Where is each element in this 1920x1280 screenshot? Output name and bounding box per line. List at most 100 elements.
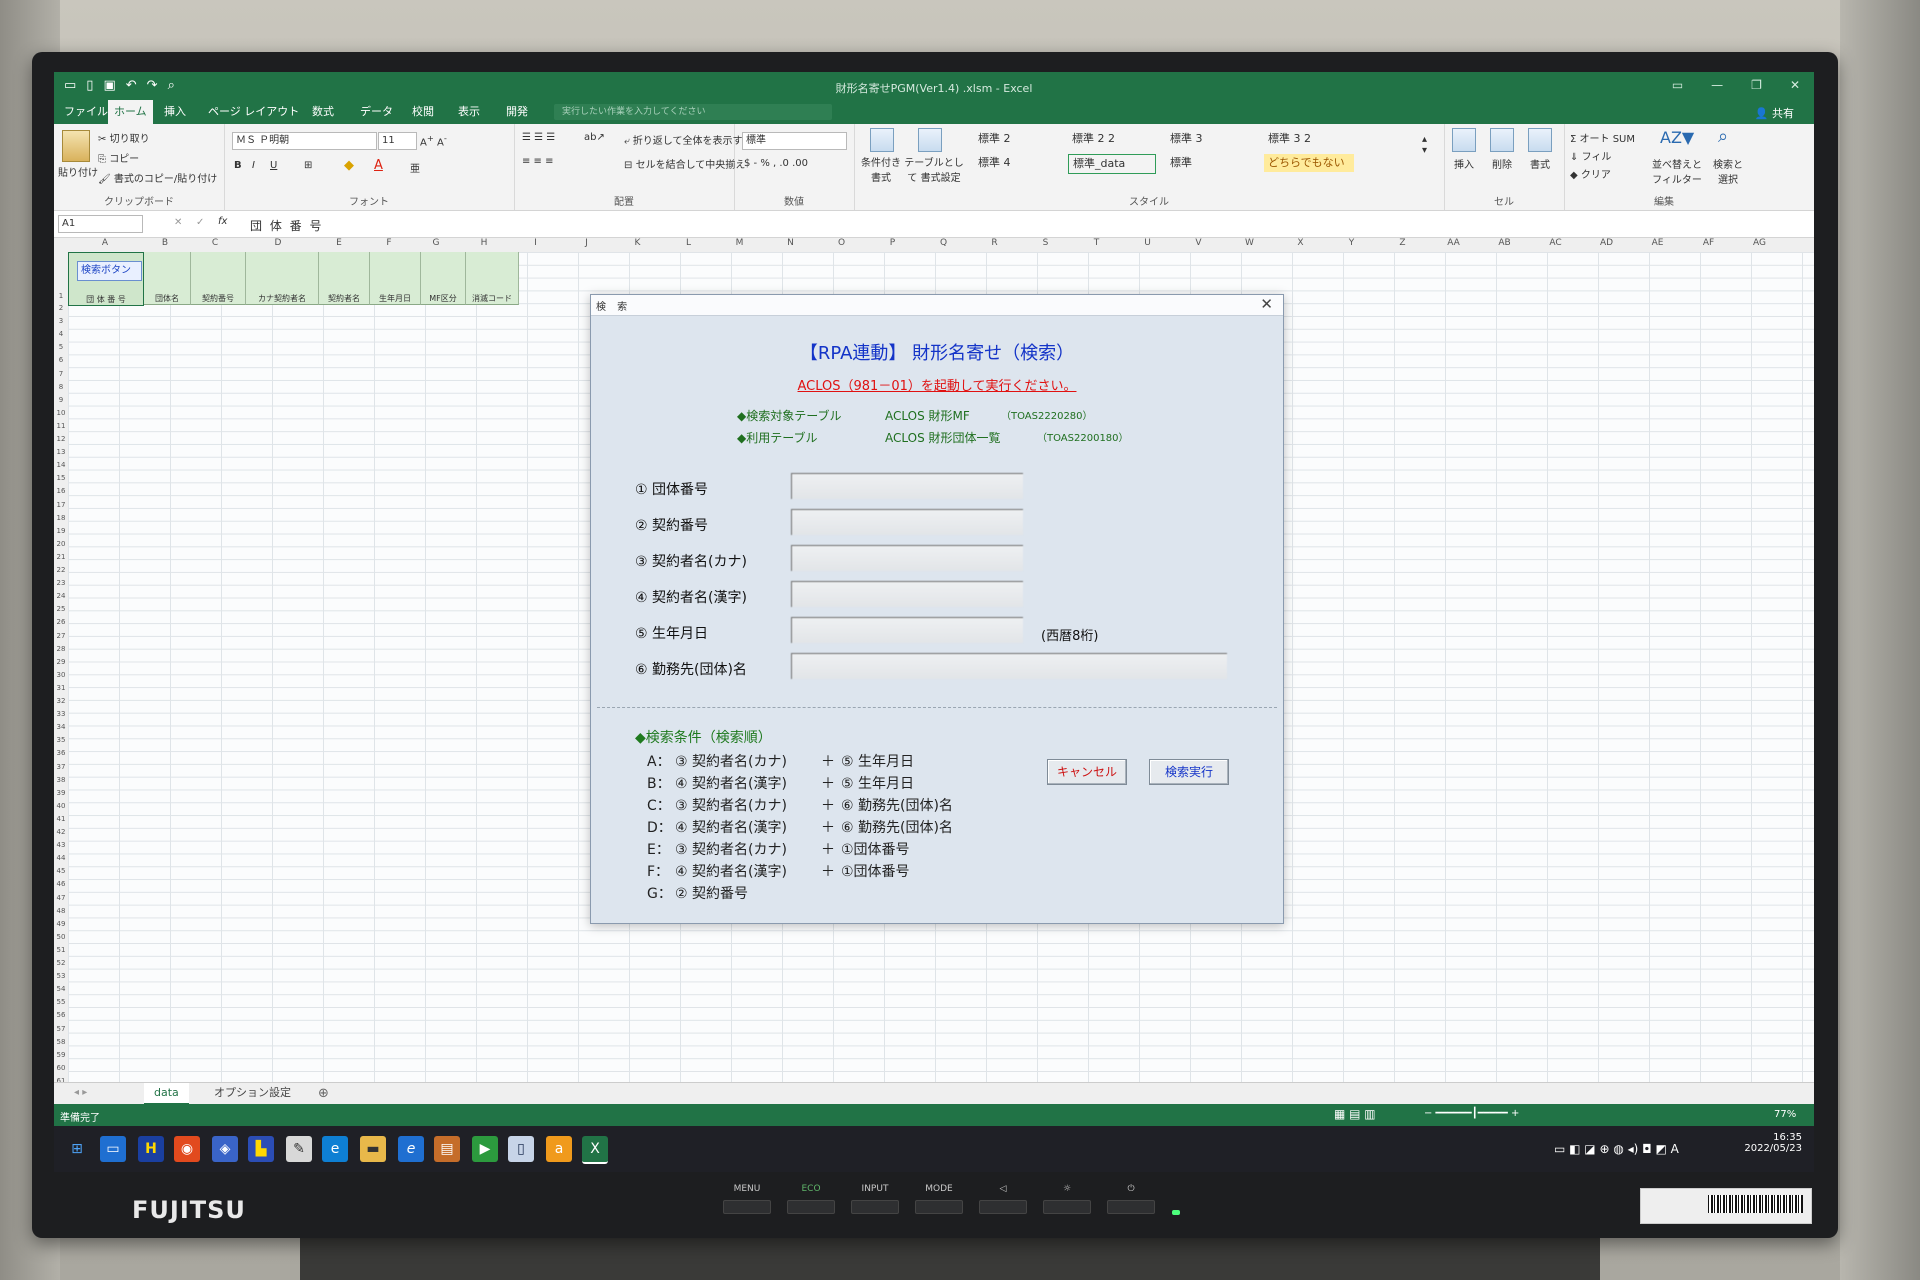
header-cell-f1[interactable]: 生年月日 (370, 252, 421, 305)
autosum-button[interactable]: Σ オート SUM (1570, 130, 1635, 145)
sheet-tab-data[interactable]: data (144, 1083, 189, 1105)
row-header[interactable]: 24 (54, 592, 68, 600)
phonetic-icon[interactable]: 亜 (410, 160, 420, 175)
column-header[interactable]: AG (1734, 238, 1785, 248)
column-header[interactable]: Q (918, 238, 969, 248)
row-header[interactable]: 32 (54, 697, 68, 705)
font-color-icon[interactable]: A (374, 158, 383, 173)
format-cells-icon[interactable] (1528, 128, 1552, 152)
monitor-brightness-button[interactable]: ☼ (1042, 1182, 1092, 1214)
function-icon[interactable]: fx (218, 216, 227, 227)
delete-cells-label[interactable]: 削除 (1492, 156, 1512, 171)
fill-color-icon[interactable]: ◆ (344, 158, 354, 173)
add-sheet-icon[interactable]: ⊕ (318, 1086, 329, 1101)
find-icon[interactable]: ⌕ (1718, 126, 1728, 147)
row-header[interactable]: 14 (54, 461, 68, 469)
column-header[interactable]: R (969, 238, 1020, 248)
bold-button[interactable]: B (234, 160, 242, 171)
row-header[interactable]: 30 (54, 671, 68, 679)
style-cell-3[interactable]: 標準 3 (1166, 130, 1256, 148)
monitor-power-button[interactable]: ⏻ (1106, 1182, 1156, 1214)
row-header[interactable]: 48 (54, 907, 68, 915)
row-header[interactable]: 11 (54, 422, 68, 430)
tab-view[interactable]: 表示 (452, 100, 486, 124)
tab-formulas[interactable]: 数式 (306, 100, 340, 124)
font-size-select[interactable]: 11 (378, 132, 417, 150)
font-name-select[interactable]: ＭＳ Ｐ明朝 (232, 132, 377, 150)
row-header[interactable]: 55 (54, 998, 68, 1006)
tell-me-box[interactable]: 実行したい作業を入力してください (554, 104, 832, 120)
style-cell-7[interactable]: 標準 (1166, 154, 1256, 172)
currency-icon[interactable]: $ ‐ % , .0 .00 (744, 158, 808, 169)
row-header[interactable]: 23 (54, 579, 68, 587)
tab-developer[interactable]: 開発 (500, 100, 534, 124)
column-header[interactable]: AF (1683, 238, 1734, 248)
row-header[interactable]: 10 (54, 409, 68, 417)
row-header[interactable]: 18 (54, 514, 68, 522)
column-header[interactable]: AA (1428, 238, 1479, 248)
row-header[interactable]: 15 (54, 474, 68, 482)
share-button[interactable]: 👤 共有 (1755, 105, 1794, 121)
format-as-table-label[interactable]: テーブルとして 書式設定 (904, 154, 964, 184)
row-header[interactable]: 21 (54, 553, 68, 561)
row-header[interactable]: 60 (54, 1064, 68, 1072)
insert-cells-icon[interactable] (1452, 128, 1476, 152)
row-header[interactable]: 22 (54, 566, 68, 574)
row-header[interactable]: 25 (54, 605, 68, 613)
minimize-icon[interactable]: — (1711, 78, 1723, 92)
copy-button[interactable]: ⎘ コピー (98, 150, 139, 165)
column-header[interactable]: N (765, 238, 816, 248)
column-header[interactable]: B (142, 238, 188, 248)
group-number-input[interactable] (791, 473, 1023, 499)
column-header[interactable]: Y (1326, 238, 1377, 248)
cancel-formula-icon[interactable]: ✕ (174, 217, 182, 228)
tab-file[interactable]: ファイル (58, 100, 114, 124)
row-header[interactable]: 28 (54, 645, 68, 653)
column-header[interactable]: X (1275, 238, 1326, 248)
row-header[interactable]: 3 (54, 317, 68, 325)
row-header[interactable]: 56 (54, 1011, 68, 1019)
conditional-format-icon[interactable] (870, 128, 894, 152)
column-header[interactable]: I (510, 238, 561, 248)
monitor-input-button[interactable]: INPUT (850, 1182, 900, 1214)
column-header[interactable]: AE (1632, 238, 1683, 248)
close-window-icon[interactable]: ✕ (1790, 78, 1800, 92)
search-sheet-button[interactable]: 検索ボタン (77, 261, 142, 281)
zoom-slider[interactable]: − ━━━━━━┃━━━━━ + (1424, 1108, 1519, 1119)
enter-formula-icon[interactable]: ✓ (196, 217, 204, 228)
name-box[interactable]: A1 (58, 215, 143, 233)
row-header[interactable]: 53 (54, 972, 68, 980)
zoom-level[interactable]: 77% (1774, 1109, 1796, 1120)
row-header[interactable]: 52 (54, 959, 68, 967)
column-header[interactable]: T (1071, 238, 1122, 248)
cancel-button[interactable]: キャンセル (1047, 759, 1127, 785)
view-normal-icon[interactable]: ▦ ▤ ▥ (1334, 1107, 1376, 1121)
column-header[interactable]: C (188, 238, 242, 248)
row-header[interactable]: 51 (54, 946, 68, 954)
row-header[interactable]: 39 (54, 789, 68, 797)
tab-page-layout[interactable]: ページ レイアウト (202, 100, 305, 124)
system-tray-icons[interactable]: ▭ ◧ ◪ ⊕ ◍ ◂) ◘ ◩ A (1554, 1142, 1679, 1156)
column-header[interactable]: W (1224, 238, 1275, 248)
column-header[interactable]: D (242, 238, 314, 248)
column-header[interactable]: M (714, 238, 765, 248)
column-header[interactable]: AC (1530, 238, 1581, 248)
header-cell-g1[interactable]: MF区分 (421, 252, 466, 305)
row-header[interactable]: 17 (54, 501, 68, 509)
ribbon-display-icon[interactable]: ▭ (1672, 78, 1683, 92)
style-cell-4[interactable]: 標準 3 2 (1264, 130, 1354, 148)
column-header[interactable]: K (612, 238, 663, 248)
row-header[interactable]: 26 (54, 618, 68, 626)
column-header[interactable]: G (414, 238, 458, 248)
row-header[interactable]: 2 (54, 304, 68, 312)
app-power-icon[interactable]: ◉ (174, 1136, 200, 1162)
dialog-close-icon[interactable]: ✕ (1260, 295, 1273, 313)
fill-button[interactable]: ⇓ フィル (1570, 148, 1611, 163)
clear-button[interactable]: ◆ クリア (1570, 166, 1611, 181)
format-cells-label[interactable]: 書式 (1530, 156, 1550, 171)
column-header[interactable]: L (663, 238, 714, 248)
monitor-volume-button[interactable]: ◁ (978, 1182, 1028, 1214)
column-header[interactable]: U (1122, 238, 1173, 248)
align-left-icon[interactable]: ≡ ≡ ≡ (522, 156, 554, 167)
cut-button[interactable]: ✂ 切り取り (98, 130, 150, 145)
